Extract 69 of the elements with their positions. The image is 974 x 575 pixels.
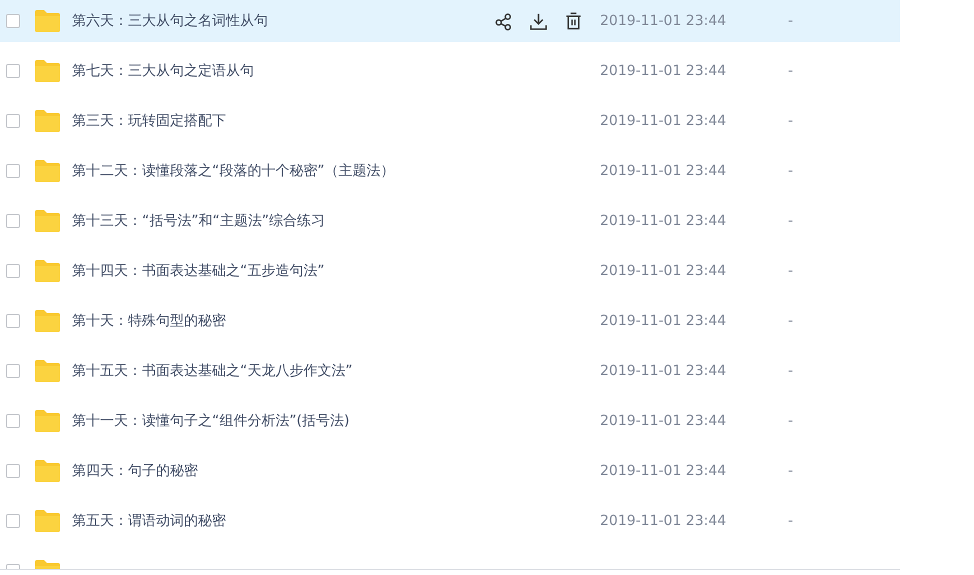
file-row[interactable]: 第十四天：书面表达基础之“五步造句法” 2019-11-01 23:44 -: [0, 250, 900, 292]
modified-date: 2019-11-01 23:44: [600, 263, 728, 279]
folder-icon: [34, 460, 61, 482]
modified-date: 2019-11-01 23:44: [600, 63, 728, 79]
modified-date: 2019-11-01 23:44: [600, 463, 728, 479]
file-size: -: [788, 63, 794, 79]
file-name[interactable]: 第五天：谓语动词的秘密: [72, 512, 472, 530]
checkbox[interactable]: [6, 264, 20, 278]
checkbox[interactable]: [6, 514, 20, 528]
modified-date: 2019-11-01 23:44: [600, 213, 728, 229]
delete-icon[interactable]: [564, 12, 583, 30]
folder-icon: [34, 310, 61, 332]
file-size: -: [788, 413, 794, 429]
file-row[interactable]: 第十一天：读懂句子之“组件分析法”(括号法) 2019-11-01 23:44 -: [0, 400, 900, 442]
file-name[interactable]: 第十二天：读懂段落之“段落的十个秘密”（主题法）: [72, 162, 472, 180]
file-row[interactable]: 第六天：三大从句之名词性从句 2019-11-01 23:44 -: [0, 0, 900, 42]
file-name[interactable]: 第十四天：书面表达基础之“五步造句法”: [72, 262, 472, 280]
file-size: -: [788, 513, 794, 529]
checkbox[interactable]: [6, 114, 20, 128]
modified-date: 2019-11-01 23:44: [600, 413, 728, 429]
folder-icon: [34, 260, 61, 282]
file-row[interactable]: 第十天：特殊句型的秘密 2019-11-01 23:44 -: [0, 300, 900, 342]
file-size: -: [788, 13, 794, 29]
folder-icon: [34, 160, 61, 182]
file-name[interactable]: 第十三天：“括号法”和“主题法”综合练习: [72, 212, 472, 230]
modified-date: 2019-11-01 23:44: [600, 13, 728, 29]
file-row[interactable]: 第三天：玩转固定搭配下 2019-11-01 23:44 -: [0, 100, 900, 142]
modified-date: 2019-11-01 23:44: [600, 163, 728, 179]
folder-icon: [34, 510, 61, 532]
file-name[interactable]: 第三天：玩转固定搭配下: [72, 112, 472, 130]
file-name[interactable]: 第十五天：书面表达基础之“天龙八步作文法”: [72, 362, 472, 380]
download-icon[interactable]: [529, 12, 548, 30]
modified-date: 2019-11-01 23:44: [600, 363, 728, 379]
checkbox[interactable]: [6, 464, 20, 478]
checkbox[interactable]: [6, 14, 20, 28]
file-row[interactable]: 第七天：三大从句之定语从句 2019-11-01 23:44 -: [0, 50, 900, 92]
file-name[interactable]: 第七天：三大从句之定语从句: [72, 62, 472, 80]
file-size: -: [788, 113, 794, 129]
folder-icon: [34, 60, 61, 82]
file-size: -: [788, 363, 794, 379]
file-size: -: [788, 163, 794, 179]
file-row[interactable]: 第十三天：“括号法”和“主题法”综合练习 2019-11-01 23:44 -: [0, 200, 900, 242]
file-name[interactable]: 第十一天：读懂句子之“组件分析法”(括号法): [72, 412, 472, 430]
checkbox[interactable]: [6, 364, 20, 378]
file-row[interactable]: 第四天：句子的秘密 2019-11-01 23:44 -: [0, 450, 900, 492]
modified-date: 2019-11-01 23:44: [600, 313, 728, 329]
file-name[interactable]: 第六天：三大从句之名词性从句: [72, 12, 472, 30]
file-row[interactable]: 第十五天：书面表达基础之“天龙八步作文法” 2019-11-01 23:44 -: [0, 350, 900, 392]
share-icon[interactable]: [494, 12, 513, 30]
modified-date: 2019-11-01 23:44: [600, 113, 728, 129]
folder-icon: [34, 110, 61, 132]
modified-date: 2019-11-01 23:44: [600, 513, 728, 529]
file-name[interactable]: 第四天：句子的秘密: [72, 462, 472, 480]
file-name[interactable]: 第十天：特殊句型的秘密: [72, 312, 472, 330]
file-size: -: [788, 213, 794, 229]
file-size: -: [788, 263, 794, 279]
folder-icon: [34, 210, 61, 232]
file-size: -: [788, 463, 794, 479]
checkbox[interactable]: [6, 414, 20, 428]
file-size: -: [788, 313, 794, 329]
folder-icon: [34, 10, 61, 32]
checkbox[interactable]: [6, 164, 20, 178]
file-row[interactable]: 第十二天：读懂段落之“段落的十个秘密”（主题法） 2019-11-01 23:44 -: [0, 150, 900, 192]
checkbox[interactable]: [6, 64, 20, 78]
folder-icon: [34, 360, 61, 382]
checkbox[interactable]: [6, 214, 20, 228]
folder-icon: [34, 410, 61, 432]
file-row[interactable]: 第五天：谓语动词的秘密 2019-11-01 23:44 -: [0, 500, 900, 542]
checkbox[interactable]: [6, 314, 20, 328]
